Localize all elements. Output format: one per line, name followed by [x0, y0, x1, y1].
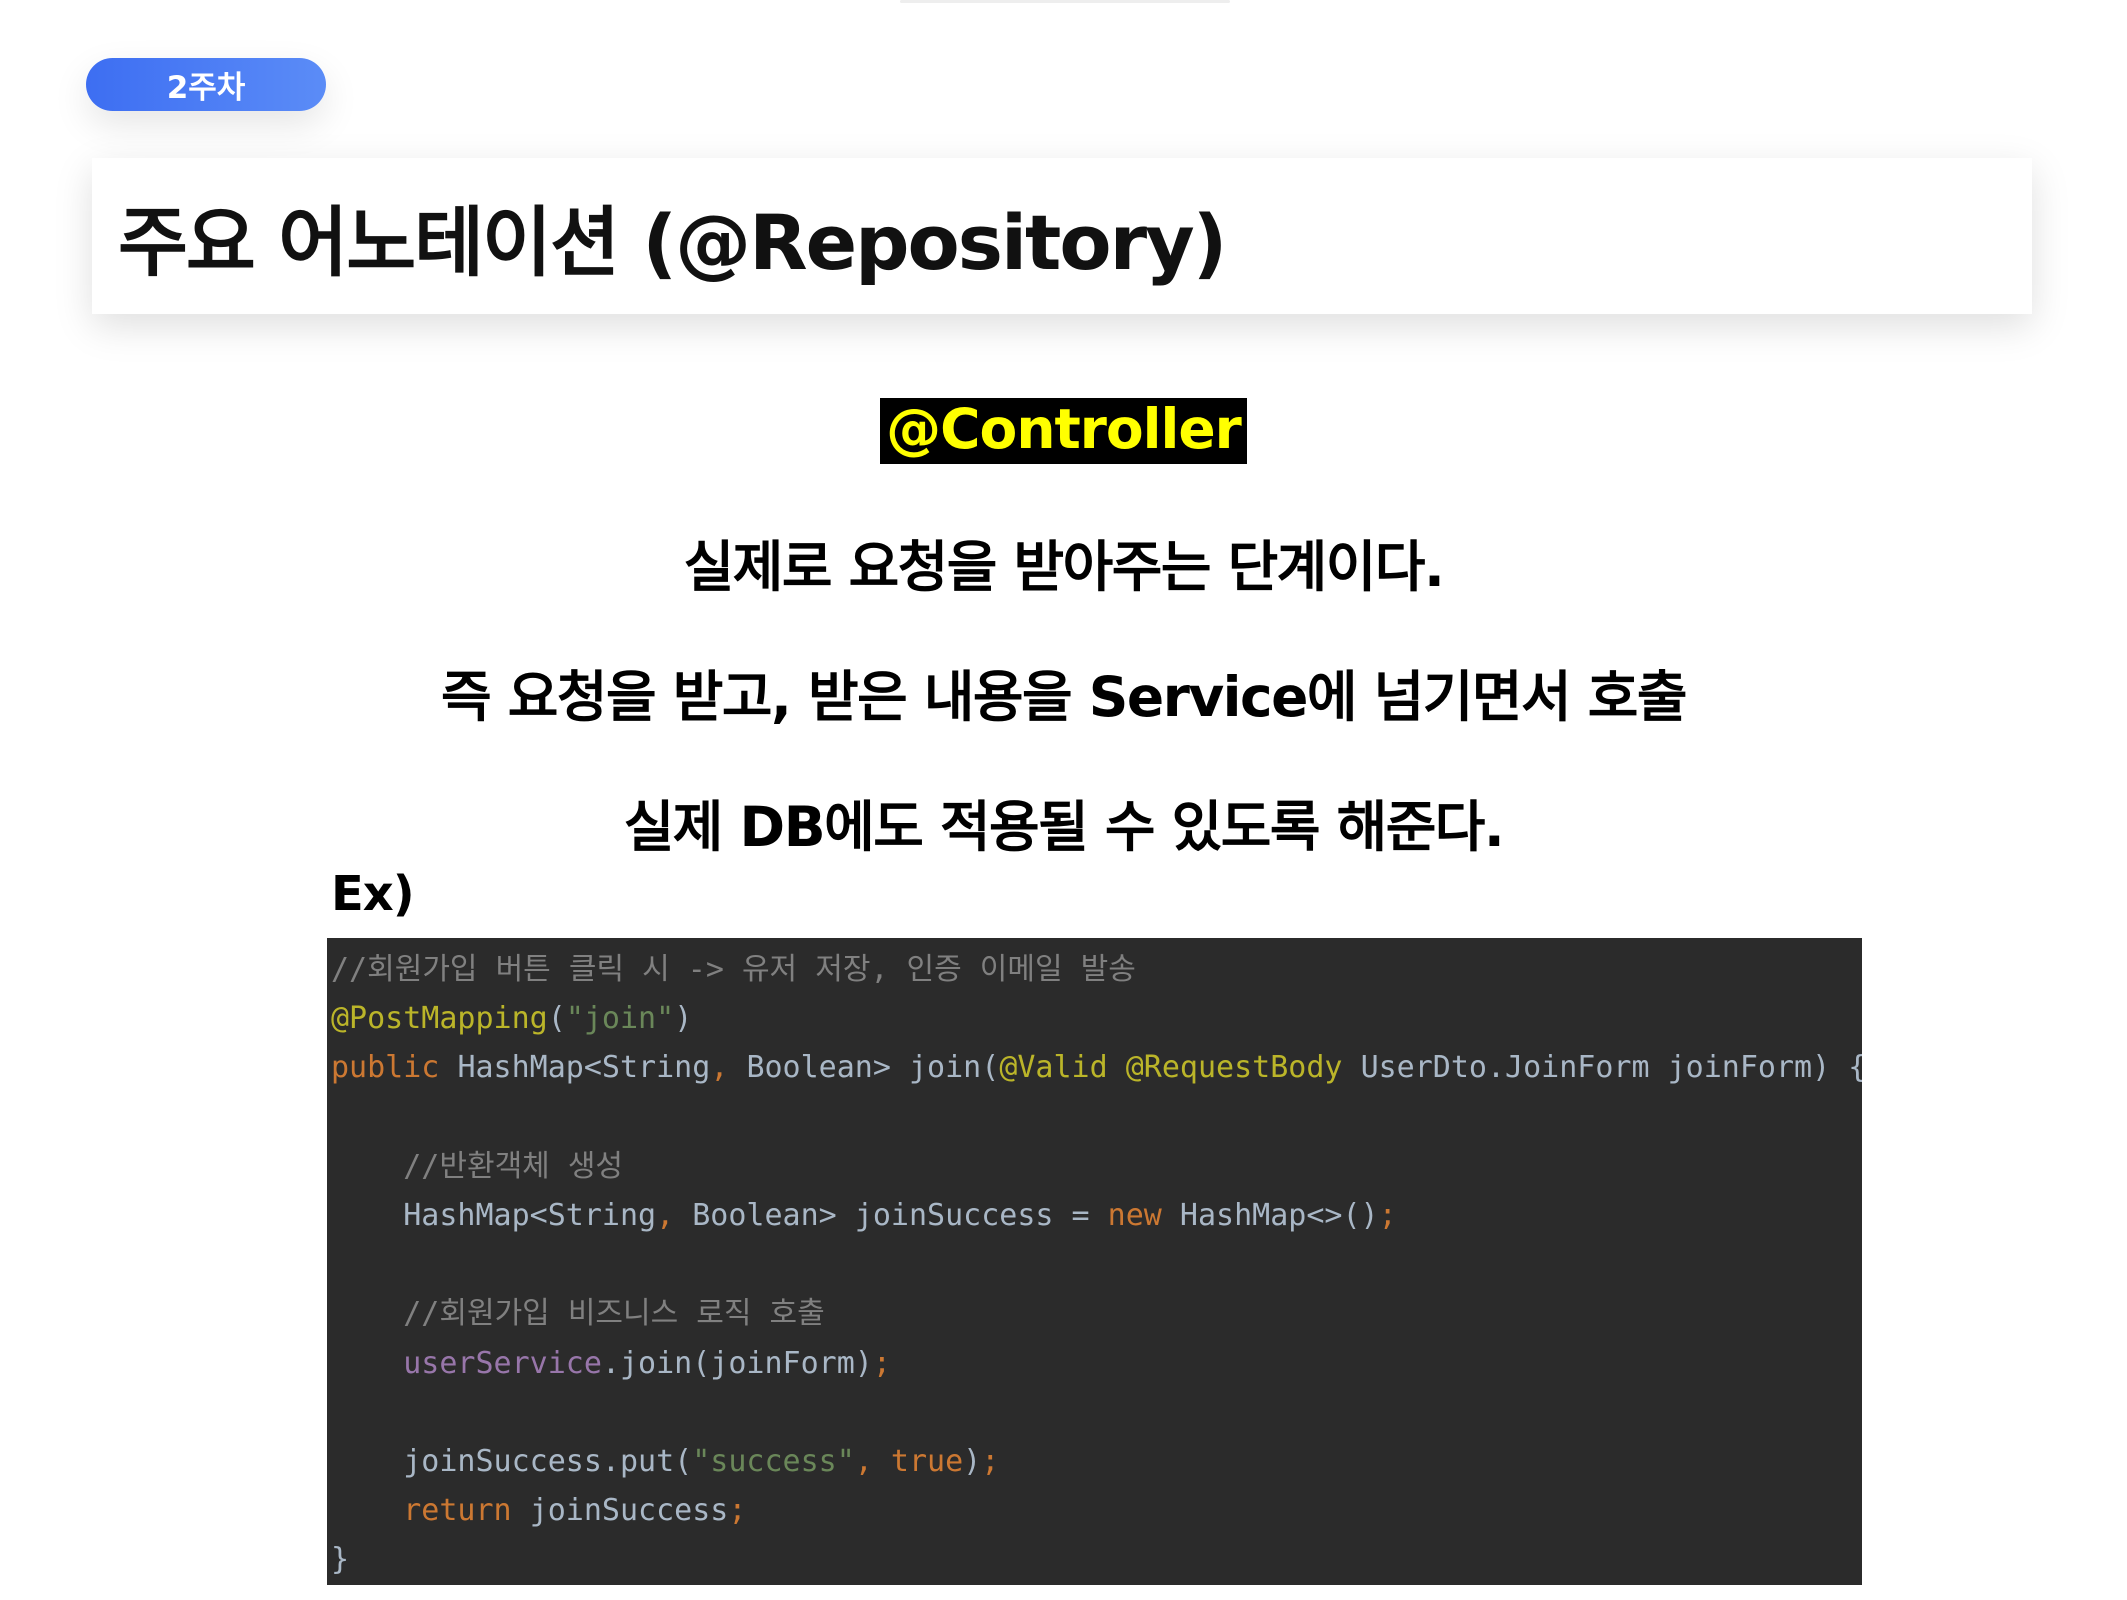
code-line: HashMap<String, Boolean> joinSuccess = n…: [331, 1191, 1862, 1240]
code-token: new: [1107, 1197, 1180, 1233]
code-line: }: [331, 1535, 1862, 1584]
code-line: //반환객체 생성: [331, 1142, 1862, 1191]
code-token: ): [963, 1443, 982, 1479]
code-token: Boolean> joinSuccess =: [692, 1197, 1108, 1233]
code-token: (: [547, 1001, 566, 1037]
code-token: userService: [403, 1345, 602, 1381]
code-token: ;: [981, 1443, 1000, 1479]
code-token: joinSuccess.put(: [331, 1443, 693, 1479]
highlight-keyword: @Controller: [880, 398, 1247, 464]
page-title: 주요 어노테이션 (@Repository): [118, 198, 1227, 287]
code-token: ): [674, 1001, 693, 1037]
code-token: }: [331, 1542, 350, 1578]
highlight-row: @Controller: [0, 398, 2127, 464]
code-line: @PostMapping("join"): [331, 994, 1862, 1043]
description-line-3: 실제 DB에도 적용될 수 있도록 해준다.: [623, 795, 1505, 859]
code-line: //회원가입 버튼 클릭 시 -> 유저 저장, 인증 이메일 발송: [331, 945, 1862, 994]
code-token: ,: [854, 1443, 891, 1479]
code-token: ;: [728, 1493, 747, 1529]
code-token: //회원가입 비즈니스 로직 호출: [403, 1296, 825, 1332]
top-divider: [900, 0, 1230, 3]
code-token: @PostMapping: [331, 1001, 548, 1037]
code-block: //회원가입 버튼 클릭 시 -> 유저 저장, 인증 이메일 발송 @PostM…: [327, 938, 1862, 1585]
code-line: joinSuccess.put("success", true);: [331, 1437, 1862, 1486]
code-token: HashMap<>(): [1179, 1197, 1379, 1233]
code-token: //반환객체 생성: [403, 1148, 624, 1184]
code-token: //회원가입 버튼 클릭 시 -> 유저 저장, 인증 이메일 발송: [331, 952, 1136, 987]
title-card: 주요 어노테이션 (@Repository): [92, 158, 2032, 314]
code-token: UserDto.JoinForm joinForm) {: [1360, 1050, 1862, 1086]
code-token: (: [981, 1050, 1000, 1086]
code-token: @Valid: [999, 1050, 1126, 1086]
code-token: HashMap<String: [457, 1050, 711, 1086]
code-token: ;: [872, 1345, 891, 1381]
code-token: "success": [692, 1443, 855, 1479]
code-token: join: [909, 1050, 982, 1086]
week-badge: 2주차: [86, 58, 326, 111]
code-token: HashMap<String: [331, 1197, 657, 1233]
code-token: .join(joinForm): [601, 1345, 873, 1381]
code-token: "join": [565, 1001, 675, 1037]
code-line: return joinSuccess;: [331, 1486, 1862, 1535]
code-token: Boolean>: [746, 1050, 909, 1086]
code-line: public HashMap<String, Boolean> join(@Va…: [331, 1043, 1862, 1092]
description-line-1: 실제로 요청을 받아주는 단계이다.: [683, 535, 1445, 599]
description-line-2: 즉 요청을 받고, 받은 내용을 Service에 넘기면서 호출: [441, 665, 1687, 729]
code-token: ,: [710, 1050, 747, 1086]
code-token: ;: [1378, 1197, 1397, 1233]
code-line: userService.join(joinForm);: [331, 1339, 1862, 1388]
code-token: joinSuccess: [529, 1493, 729, 1529]
code-token: true: [890, 1443, 964, 1479]
code-token: public: [331, 1050, 458, 1086]
code-token: @RequestBody: [1125, 1050, 1361, 1086]
code-line: //회원가입 비즈니스 로직 호출: [331, 1289, 1862, 1338]
example-label: Ex): [331, 866, 415, 922]
code-token: return: [403, 1493, 530, 1529]
code-token: ,: [656, 1197, 693, 1233]
